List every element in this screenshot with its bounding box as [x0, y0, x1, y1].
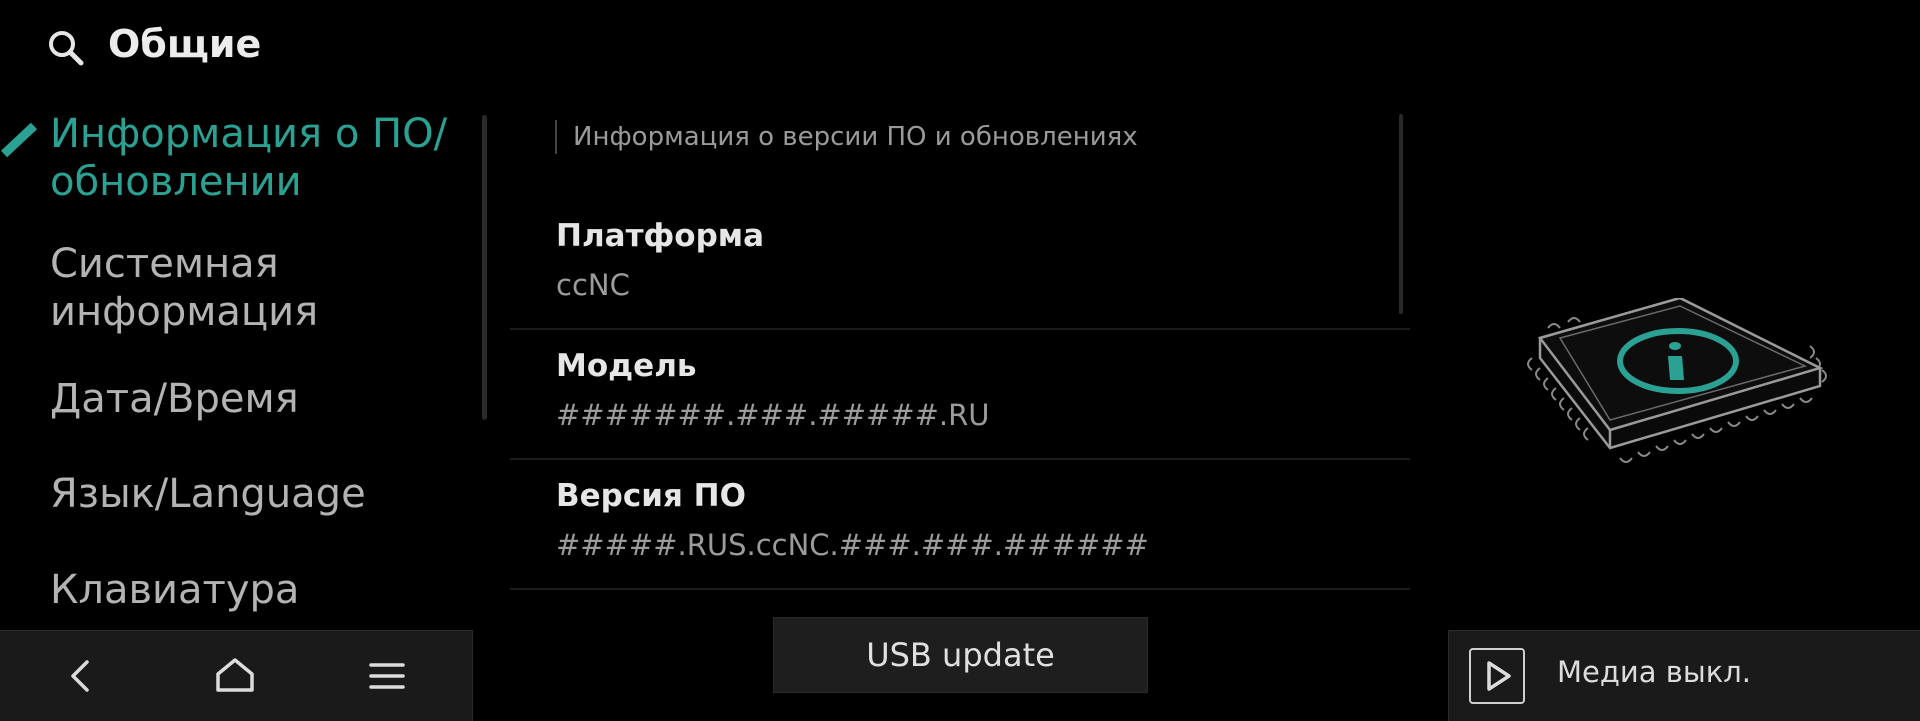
media-status-label: Медиа выкл.	[1557, 655, 1752, 689]
page-title: Общие	[108, 22, 262, 66]
sidebar-item-date-time[interactable]: Дата/Время	[50, 375, 490, 423]
play-icon	[1487, 661, 1511, 691]
media-widget[interactable]: Медиа выкл.	[1448, 630, 1920, 721]
info-label: Модель	[556, 348, 697, 384]
info-row-model[interactable]: Модель #######.###.#####.RU	[510, 330, 1410, 460]
home-button[interactable]	[210, 651, 260, 701]
sidebar-item-system-info[interactable]: Системная информация	[50, 240, 490, 336]
info-list: Информация о версии ПО и обновлениях Пла…	[510, 100, 1410, 590]
info-label: Платформа	[556, 218, 765, 254]
back-icon	[71, 660, 89, 692]
search-button[interactable]	[44, 26, 90, 72]
info-value: ccNC	[556, 268, 630, 302]
header: Общие	[0, 0, 600, 100]
sidebar-item-label: Язык/Language	[50, 471, 366, 517]
bottom-nav-bar	[0, 630, 473, 721]
chip-info-icon	[1527, 298, 1827, 463]
menu-icon	[369, 663, 405, 689]
sidebar-item-label: Клавиатура	[50, 567, 300, 613]
sidebar-item-software-info[interactable]: Информация о ПО/ обновлении	[50, 110, 490, 206]
menu-button[interactable]	[362, 651, 412, 701]
info-value: #######.###.#####.RU	[556, 398, 990, 432]
info-value: #####.RUS.ccNC.###.###.######	[556, 528, 1149, 562]
sidebar-item-keyboard[interactable]: Клавиатура	[50, 566, 490, 614]
sidebar-item-label: Системная информация	[50, 241, 319, 335]
info-label: Версия ПО	[556, 478, 746, 514]
back-button[interactable]	[56, 651, 106, 701]
info-row-software-version[interactable]: Версия ПО #####.RUS.ccNC.###.###.######	[510, 460, 1410, 590]
sidebar: Информация о ПО/ обновлении Системная ин…	[0, 100, 490, 630]
section-header: Информация о версии ПО и обновлениях	[555, 120, 1138, 154]
sidebar-item-label: Информация о ПО/ обновлении	[50, 111, 448, 205]
play-button[interactable]	[1469, 648, 1525, 704]
search-icon	[49, 31, 84, 66]
content-scrollbar[interactable]	[1399, 114, 1403, 314]
sidebar-item-label: Дата/Время	[50, 376, 299, 422]
divider	[510, 588, 1410, 590]
sidebar-item-language[interactable]: Язык/Language	[50, 470, 490, 518]
info-row-platform[interactable]: Платформа ccNC	[510, 200, 1410, 330]
home-icon	[216, 658, 254, 692]
active-indicator	[0, 122, 38, 158]
sidebar-scrollbar[interactable]	[482, 115, 487, 420]
usb-update-button[interactable]: USB update	[773, 617, 1148, 693]
